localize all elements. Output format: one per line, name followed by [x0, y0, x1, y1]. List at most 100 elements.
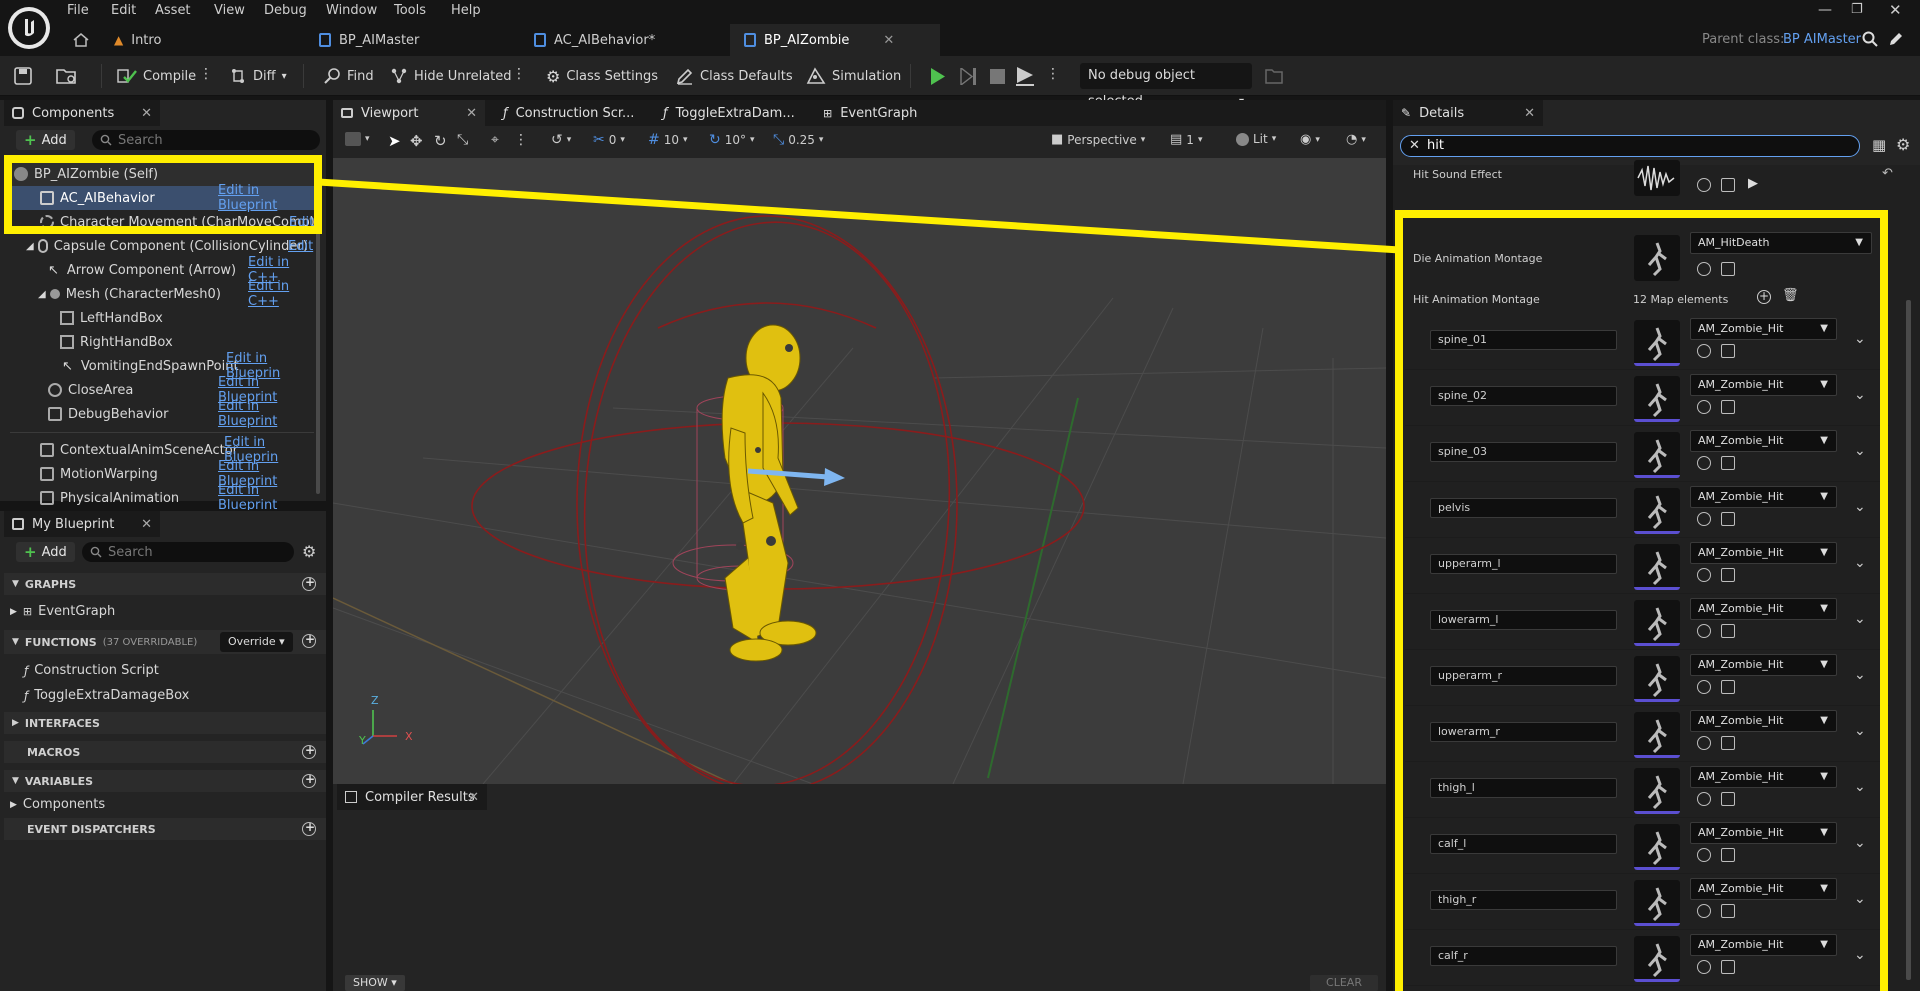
add-element-icon[interactable]: +: [1757, 290, 1771, 304]
override-dropdown[interactable]: Override ▾: [220, 632, 293, 652]
perspective-dropdown[interactable]: ■ Perspective ▾: [1051, 132, 1145, 147]
performance-dropdown[interactable]: ◔ ▾: [1346, 132, 1366, 147]
map-key-input[interactable]: spine_03: [1430, 442, 1617, 462]
diff-button[interactable]: Diff ▾: [229, 62, 287, 90]
expand-chevron-icon[interactable]: ⌄: [1854, 331, 1866, 347]
local-space-icon[interactable]: ⌖: [491, 132, 499, 148]
tab-intro[interactable]: ▲ Intro: [100, 24, 175, 56]
show-button[interactable]: SHOW ▾: [345, 975, 405, 991]
close-window-button[interactable]: ✕: [1889, 1, 1902, 19]
debug-object-select[interactable]: No debug object selected ▾: [1080, 63, 1252, 109]
select-mode-icon[interactable]: ➤: [388, 132, 401, 150]
map-key-input[interactable]: thigh_r: [1430, 890, 1617, 910]
details-tab[interactable]: ✎ Details ✕: [1393, 100, 1543, 126]
montage-thumbnail[interactable]: [1634, 880, 1680, 926]
browse-back-icon[interactable]: [1697, 904, 1711, 918]
menu-tools[interactable]: Tools: [394, 3, 426, 18]
montage-thumbnail[interactable]: [1634, 320, 1680, 366]
lit-dropdown[interactable]: Lit ▾: [1236, 132, 1276, 146]
map-value-dropdown[interactable]: AM_Zombie_Hit ▼: [1690, 878, 1837, 900]
menu-view[interactable]: View: [214, 3, 245, 18]
close-icon[interactable]: ✕: [1524, 106, 1535, 121]
edit-in-blueprint-link[interactable]: Edit in Blueprint: [218, 399, 320, 429]
expand-chevron-icon[interactable]: ⌄: [1854, 555, 1866, 571]
tree-item-physical-animation[interactable]: PhysicalAnimation Edit in Blueprint: [4, 483, 320, 510]
menu-debug[interactable]: Debug: [264, 3, 307, 18]
construction-script-item[interactable]: ƒ Construction Script: [24, 663, 159, 678]
map-value-dropdown[interactable]: AM_Zombie_Hit ▼: [1690, 822, 1837, 844]
menu-help[interactable]: Help: [451, 3, 481, 18]
montage-thumbnail[interactable]: [1634, 768, 1680, 814]
expand-chevron-icon[interactable]: ⌄: [1854, 723, 1866, 739]
montage-thumbnail[interactable]: [1634, 824, 1680, 870]
restore-button[interactable]: ❐: [1851, 2, 1863, 17]
tab-toggle-extra-damage[interactable]: ƒ ToggleExtraDam...: [655, 100, 815, 126]
add-variable-icon[interactable]: [302, 772, 316, 788]
play-sound-icon[interactable]: ▶: [1748, 176, 1758, 191]
menu-window[interactable]: Window: [326, 3, 377, 18]
map-key-input[interactable]: spine_01: [1430, 330, 1617, 350]
browse-back-icon[interactable]: [1697, 568, 1711, 582]
stop-icon[interactable]: [990, 69, 1005, 84]
sound-wave-thumbnail[interactable]: [1634, 160, 1680, 196]
surface-snapping-button[interactable]: ↺ ▾: [551, 132, 571, 148]
expand-chevron-icon[interactable]: ⌄: [1854, 947, 1866, 963]
montage-thumbnail[interactable]: [1634, 656, 1680, 702]
montage-thumbnail[interactable]: [1634, 432, 1680, 478]
close-tab-icon[interactable]: ✕: [883, 33, 894, 48]
macros-section[interactable]: MACROS: [4, 741, 326, 763]
hide-unrelated-button[interactable]: Hide Unrelated: [390, 62, 512, 90]
map-value-dropdown[interactable]: AM_Zombie_Hit ▼: [1690, 710, 1837, 732]
add-macro-icon[interactable]: [302, 743, 316, 759]
expand-chevron-icon[interactable]: ⌄: [1854, 667, 1866, 683]
montage-thumbnail[interactable]: [1634, 235, 1680, 281]
home-icon[interactable]: [73, 33, 89, 47]
menu-edit[interactable]: Edit: [111, 3, 136, 18]
tree-item-debug-behavior[interactable]: DebugBehavior Edit in Blueprint: [4, 399, 320, 429]
browse-asset-icon[interactable]: [1721, 568, 1735, 582]
rotation-snap-button[interactable]: ✂ 0 ▾: [593, 132, 625, 148]
expand-chevron-icon[interactable]: ⌄: [1854, 611, 1866, 627]
simulation-button[interactable]: Simulation: [806, 62, 901, 90]
trash-icon[interactable]: 🗑: [1782, 288, 1799, 303]
map-value-dropdown[interactable]: AM_Zombie_Hit ▼: [1690, 374, 1837, 396]
expand-chevron-icon[interactable]: ⌄: [1854, 779, 1866, 795]
minimize-button[interactable]: —: [1818, 2, 1832, 18]
pencil-icon[interactable]: [1888, 31, 1904, 47]
tree-item-ac-aibehavior[interactable]: AC_AIBehavior Edit in Blueprint: [4, 183, 320, 213]
add-dispatcher-icon[interactable]: [302, 820, 316, 836]
clear-search-icon[interactable]: ✕: [1409, 136, 1420, 156]
browse-back-icon[interactable]: [1697, 848, 1711, 862]
edit-link[interactable]: Edit: [288, 239, 313, 254]
montage-thumbnail[interactable]: [1634, 376, 1680, 422]
browse-back-icon[interactable]: [1697, 736, 1711, 750]
eject-icon[interactable]: [1016, 67, 1034, 86]
menu-file[interactable]: File: [67, 3, 89, 18]
montage-thumbnail[interactable]: [1634, 488, 1680, 534]
tab-construction-script[interactable]: ƒ Construction Scr...: [495, 100, 655, 126]
map-key-input[interactable]: thigh_l: [1430, 778, 1617, 798]
toggle-extra-damage-box-item[interactable]: ƒ ToggleExtraDamageBox: [24, 688, 189, 703]
tree-item-left-hand-box[interactable]: LeftHandBox: [4, 306, 320, 330]
tree-item-character-movement[interactable]: Character Movement (CharMoveComp) Edit: [4, 210, 320, 234]
tab-bp-aimaster[interactable]: BP_AIMaster: [305, 24, 433, 56]
edit-link[interactable]: Edit: [289, 215, 314, 230]
parent-class-link[interactable]: BP AIMaster: [1783, 32, 1861, 47]
details-search-input[interactable]: ✕ hit: [1400, 135, 1860, 157]
expand-chevron-icon[interactable]: ⌄: [1854, 499, 1866, 515]
components-category-item[interactable]: ▶ Components: [10, 797, 105, 812]
map-key-input[interactable]: spine_02: [1430, 386, 1617, 406]
functions-section[interactable]: ▼ FUNCTIONS (37 OVERRIDABLE) Override ▾: [4, 630, 326, 654]
browse-asset-icon[interactable]: [1721, 512, 1735, 526]
my-blueprint-tab[interactable]: My Blueprint ✕: [4, 511, 160, 537]
settings-gear-icon[interactable]: ⚙: [1896, 135, 1910, 154]
tab-event-graph[interactable]: ⊞ EventGraph: [815, 100, 945, 126]
map-key-input[interactable]: calf_l: [1430, 834, 1617, 854]
map-value-dropdown[interactable]: AM_Zombie_Hit ▼: [1690, 318, 1837, 340]
close-icon[interactable]: ✕: [466, 106, 477, 121]
debug-browse-icon[interactable]: [1265, 68, 1283, 84]
montage-thumbnail[interactable]: [1634, 936, 1680, 982]
map-value-dropdown[interactable]: AM_Zombie_Hit ▼: [1690, 486, 1837, 508]
more-options-icon[interactable]: ⋮: [514, 132, 528, 148]
grid-snap-button[interactable]: # 10 ▾: [648, 132, 688, 148]
